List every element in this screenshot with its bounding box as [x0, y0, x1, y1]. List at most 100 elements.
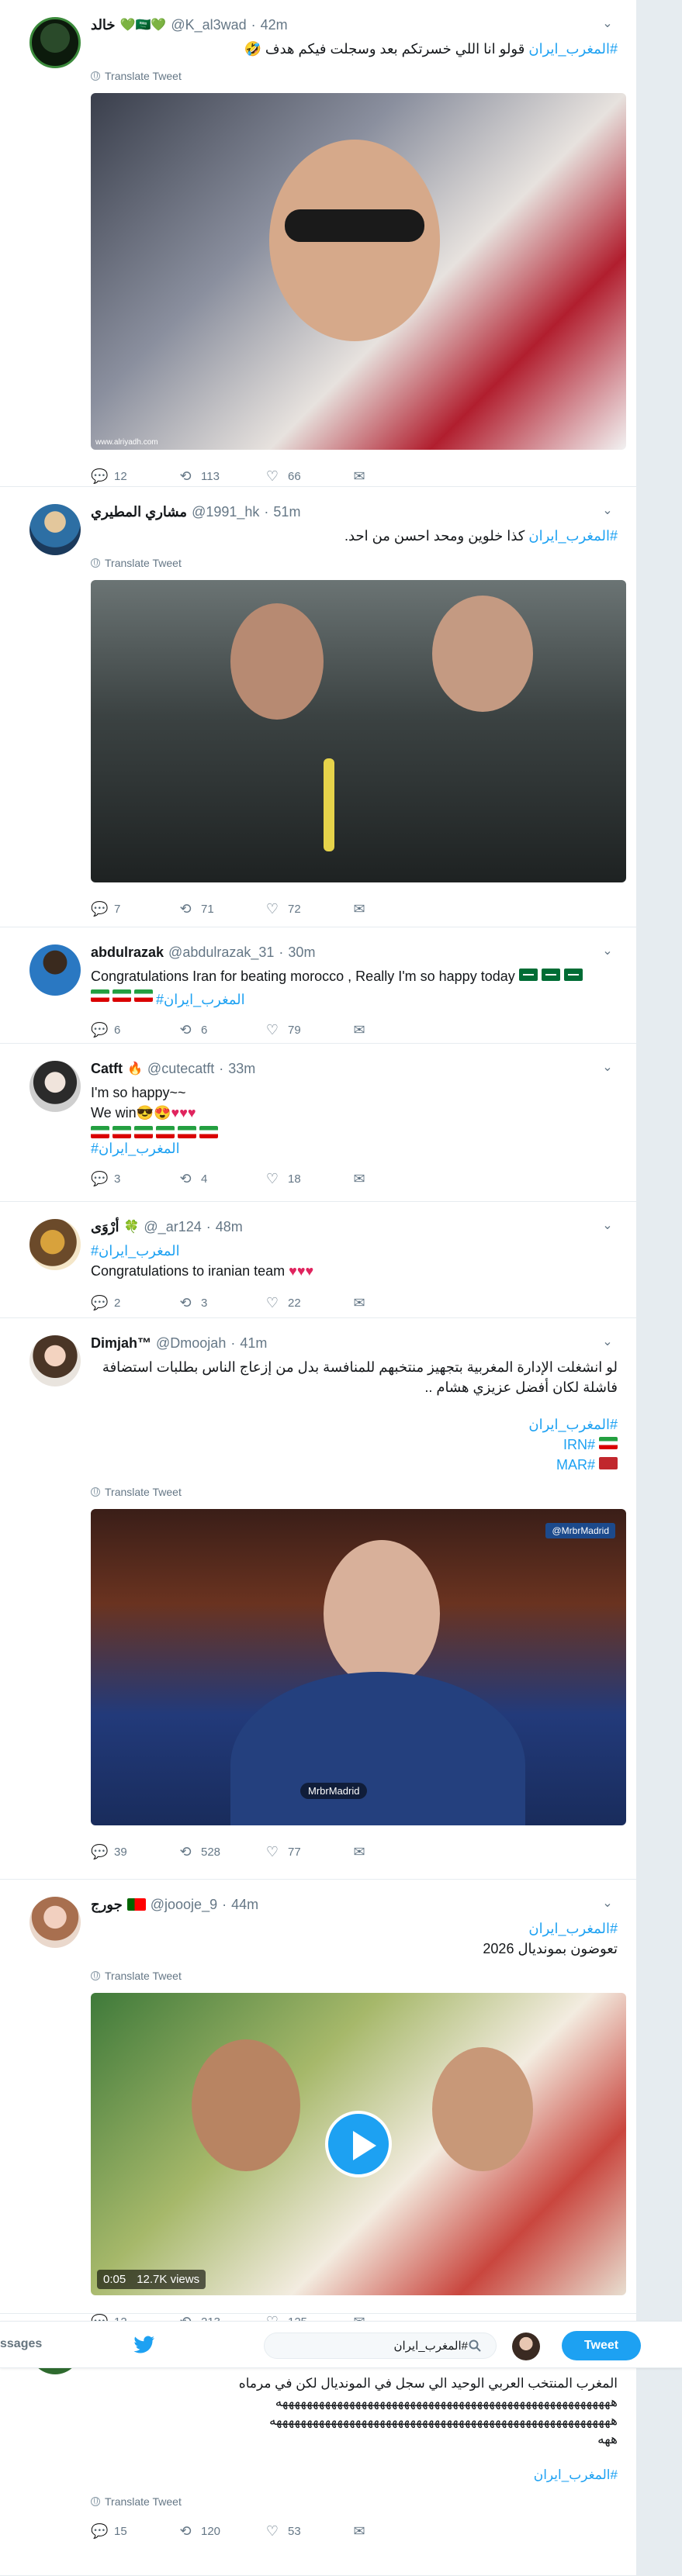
heart-icon: ♡	[265, 1294, 279, 1310]
like-button[interactable]: ♡ 53	[265, 2523, 351, 2540]
translate-tweet-link[interactable]: Translate Tweet	[91, 557, 618, 569]
timestamp[interactable]: 41m	[240, 1335, 267, 1352]
avatar[interactable]	[29, 1335, 81, 1386]
tweet[interactable]: جورج @joooje_9 · 44m ⌄ #المغرب_ايران تعو…	[0, 1880, 636, 2329]
retweet-button[interactable]: ⟲ 113	[178, 468, 265, 485]
direct-message-button[interactable]: ✉	[351, 1295, 438, 1311]
like-button[interactable]: ♡ 72	[265, 901, 351, 917]
user-name[interactable]: جورج	[91, 1897, 123, 1913]
retweet-button[interactable]: ⟲ 3	[178, 1295, 265, 1311]
chevron-down-icon[interactable]: ⌄	[601, 17, 614, 31]
direct-message-button[interactable]: ✉	[351, 901, 438, 917]
reply-button[interactable]: 💬 7	[91, 901, 178, 917]
tweet[interactable]: خالد 💚🇸🇦💚 @K_al3wad · 42m ⌄ #المغرب_ايرا…	[0, 0, 636, 487]
reply-button[interactable]: 💬 15	[91, 2523, 178, 2540]
user-handle[interactable]: @Dmoojah	[156, 1335, 226, 1352]
like-button[interactable]: ♡ 66	[265, 468, 351, 485]
nav-messages[interactable]: ssages	[0, 2337, 42, 2351]
tweet[interactable]: Catft 🔥 @cutecatft · 33m ⌄ I'm so happy~…	[0, 1044, 636, 1202]
user-name[interactable]: مشاري المطيري	[91, 504, 187, 520]
direct-message-button[interactable]: ✉	[351, 468, 438, 485]
hashtag-link[interactable]: #المغرب_ايران	[528, 41, 618, 57]
retweet-button[interactable]: ⟲ 71	[178, 901, 265, 917]
hashtag-link[interactable]: #المغرب_ايران	[156, 989, 245, 1010]
avatar[interactable]	[29, 17, 81, 68]
hashtag-link[interactable]: #المغرب_ايران	[91, 1141, 180, 1156]
user-handle[interactable]: @cutecatft	[147, 1061, 214, 1077]
direct-message-button[interactable]: ✉	[351, 2523, 438, 2540]
user-handle[interactable]: @_ar124	[144, 1219, 201, 1235]
translate-tweet-link[interactable]: Translate Tweet	[91, 2495, 618, 2508]
user-name[interactable]: abdulrazak	[91, 944, 164, 961]
hashtag-link[interactable]: #المغرب_ايران	[534, 2467, 618, 2482]
chevron-down-icon[interactable]: ⌄	[601, 944, 614, 958]
reply-button[interactable]: 💬 6	[91, 1022, 178, 1038]
like-button[interactable]: ♡ 79	[265, 1022, 351, 1038]
user-handle[interactable]: @joooje_9	[151, 1897, 217, 1913]
avatar[interactable]	[29, 1897, 81, 1948]
chevron-down-icon[interactable]: ⌄	[601, 1897, 614, 1911]
timestamp[interactable]: 51m	[273, 504, 300, 520]
user-handle[interactable]: @1991_hk	[192, 504, 259, 520]
reply-button[interactable]: 💬 39	[91, 1844, 178, 1860]
tweet[interactable]: مشاري المطيري @1991_hk · 51m ⌄ #المغرب_ا…	[0, 487, 636, 927]
chevron-down-icon[interactable]: ⌄	[601, 504, 614, 518]
avatar[interactable]	[29, 504, 81, 555]
translate-tweet-link[interactable]: Translate Tweet	[91, 1486, 618, 1498]
user-name[interactable]: Catft	[91, 1061, 123, 1077]
retweet-button[interactable]: ⟲ 120	[178, 2523, 265, 2540]
reply-button[interactable]: 💬 3	[91, 1171, 178, 1187]
timestamp[interactable]: 44m	[231, 1897, 258, 1913]
tweet-photo[interactable]: @MrbrMadrid MrbrMadrid	[91, 1509, 626, 1825]
timestamp[interactable]: 30m	[288, 944, 315, 961]
tweet[interactable]: Dimjah™ @Dmoojah · 41m ⌄ لو انشغلت الإدا…	[0, 1318, 636, 1880]
twitter-bird-icon[interactable]	[133, 2336, 155, 2354]
chevron-down-icon[interactable]: ⌄	[601, 1061, 614, 1075]
user-handle[interactable]: @abdulrazak_31	[168, 944, 274, 961]
hashtag-link[interactable]: #IRN	[563, 1437, 595, 1452]
translate-tweet-link[interactable]: Translate Tweet	[91, 70, 618, 82]
tweet-video[interactable]: 0:05 12.7K views	[91, 1993, 626, 2295]
user-handle[interactable]: @K_al3wad	[171, 17, 246, 33]
reply-button[interactable]: 💬 2	[91, 1295, 178, 1311]
retweet-button[interactable]: ⟲ 6	[178, 1022, 265, 1038]
hashtag-link[interactable]: #المغرب_ايران	[91, 1243, 180, 1259]
user-name[interactable]: خالد	[91, 17, 116, 33]
retweet-button[interactable]: ⟲ 528	[178, 1844, 265, 1860]
tweet-button[interactable]: Tweet	[562, 2331, 641, 2360]
hashtag-link[interactable]: #المغرب_ايران	[528, 528, 618, 544]
retweet-button[interactable]: ⟲ 4	[178, 1171, 265, 1187]
timestamp[interactable]: 48m	[216, 1219, 243, 1235]
tweet-photo[interactable]: www.alriyadh.com	[91, 93, 626, 450]
user-name[interactable]: Dimjah™	[91, 1335, 151, 1352]
timestamp[interactable]: 33m	[228, 1061, 255, 1077]
tweet-body: المغرب المنتخب العربي الوحيد الي سجل في …	[238, 2376, 618, 2391]
play-icon[interactable]	[325, 2111, 392, 2177]
direct-message-button[interactable]: ✉	[351, 1171, 438, 1187]
direct-message-button[interactable]: ✉	[351, 1844, 438, 1860]
search-input[interactable]	[264, 2333, 497, 2359]
search-icon[interactable]	[469, 2339, 481, 2352]
account-avatar[interactable]	[512, 2333, 540, 2360]
chevron-down-icon[interactable]: ⌄	[601, 1219, 614, 1233]
saudi-flag-icon	[563, 969, 583, 981]
hashtag-link[interactable]: #المغرب_ايران	[528, 1921, 618, 1936]
timestamp[interactable]: 42m	[261, 17, 288, 33]
tweet[interactable]: abdulrazak @abdulrazak_31 · 30m ⌄ Congra…	[0, 927, 636, 1044]
avatar[interactable]	[29, 944, 81, 996]
like-button[interactable]: ♡ 22	[265, 1295, 351, 1311]
like-button[interactable]: ♡ 18	[265, 1171, 351, 1187]
avatar[interactable]	[29, 1061, 81, 1112]
retweet-count: 6	[201, 1023, 208, 1037]
tweet-photo[interactable]	[91, 580, 626, 882]
translate-tweet-link[interactable]: Translate Tweet	[91, 1970, 618, 1982]
chevron-down-icon[interactable]: ⌄	[601, 1335, 614, 1349]
tweet[interactable]: أرْوَى 🍀 @_ar124 · 48m ⌄ #المغرب_ايران C…	[0, 1202, 636, 1318]
hashtag-link[interactable]: #المغرب_ايران	[528, 1417, 618, 1432]
user-name[interactable]: أرْوَى	[91, 1219, 119, 1235]
hashtag-link[interactable]: #MAR	[556, 1457, 595, 1473]
like-button[interactable]: ♡ 77	[265, 1844, 351, 1860]
avatar[interactable]	[29, 1219, 81, 1270]
direct-message-button[interactable]: ✉	[351, 1022, 438, 1038]
reply-button[interactable]: 💬 12	[91, 468, 178, 485]
